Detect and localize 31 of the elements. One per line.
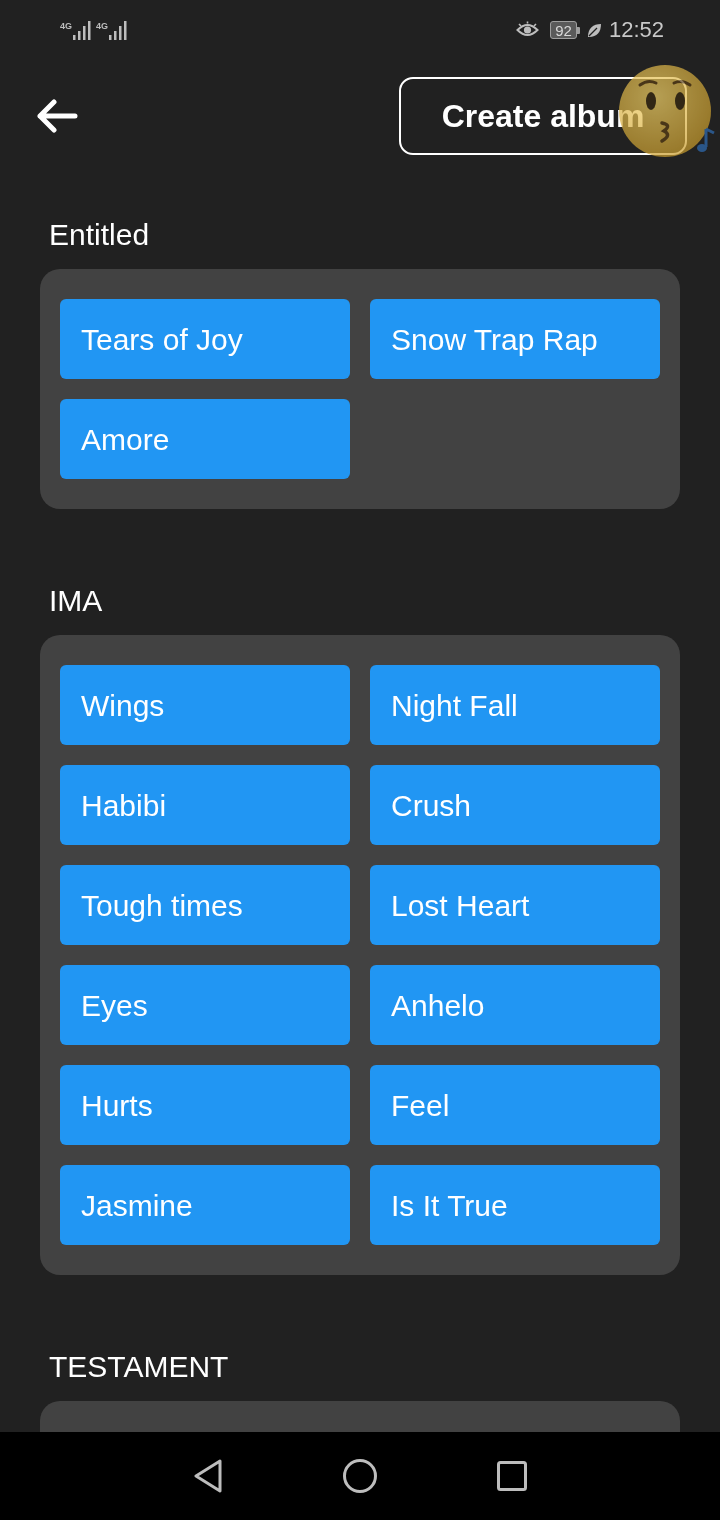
song-button[interactable]: Snow Trap Rap: [370, 299, 660, 379]
back-arrow-icon: [36, 99, 78, 133]
song-button[interactable]: Eyes: [60, 965, 350, 1045]
song-button[interactable]: Amore: [60, 399, 350, 479]
back-triangle-icon[interactable]: [193, 1459, 223, 1493]
song-button[interactable]: Habibi: [60, 765, 350, 845]
eye-icon: [516, 21, 540, 39]
song-button[interactable]: Night Fall: [370, 665, 660, 745]
battery-percentage: 92: [550, 21, 577, 39]
recents-square-icon[interactable]: [497, 1461, 527, 1491]
album-title: TESTAMENT: [48, 1349, 229, 1385]
clock-time: 12:52: [608, 18, 664, 42]
song-button[interactable]: Wings: [60, 665, 350, 745]
song-button[interactable]: Tough times: [60, 865, 350, 945]
song-button[interactable]: Anhelo: [370, 965, 660, 1045]
network-type-label: 4G: [60, 21, 72, 31]
signal-icon: [72, 20, 92, 40]
signal-icon: [108, 20, 129, 40]
home-circle-icon[interactable]: [343, 1459, 377, 1493]
song-button[interactable]: Hurts: [60, 1065, 350, 1145]
song-button[interactable]: Is It True: [370, 1165, 660, 1245]
leaf-icon: [586, 22, 602, 38]
back-button[interactable]: [36, 99, 78, 133]
album-title: IMA: [48, 583, 103, 619]
song-button[interactable]: Jasmine: [60, 1165, 350, 1245]
album-title: Entitled: [48, 217, 150, 253]
song-button[interactable]: Lost Heart: [370, 865, 660, 945]
network-type-label: 4G: [96, 21, 109, 31]
song-button[interactable]: Tears of Joy: [60, 299, 350, 379]
song-button[interactable]: Crush: [370, 765, 660, 845]
song-button[interactable]: Feel: [370, 1065, 660, 1145]
